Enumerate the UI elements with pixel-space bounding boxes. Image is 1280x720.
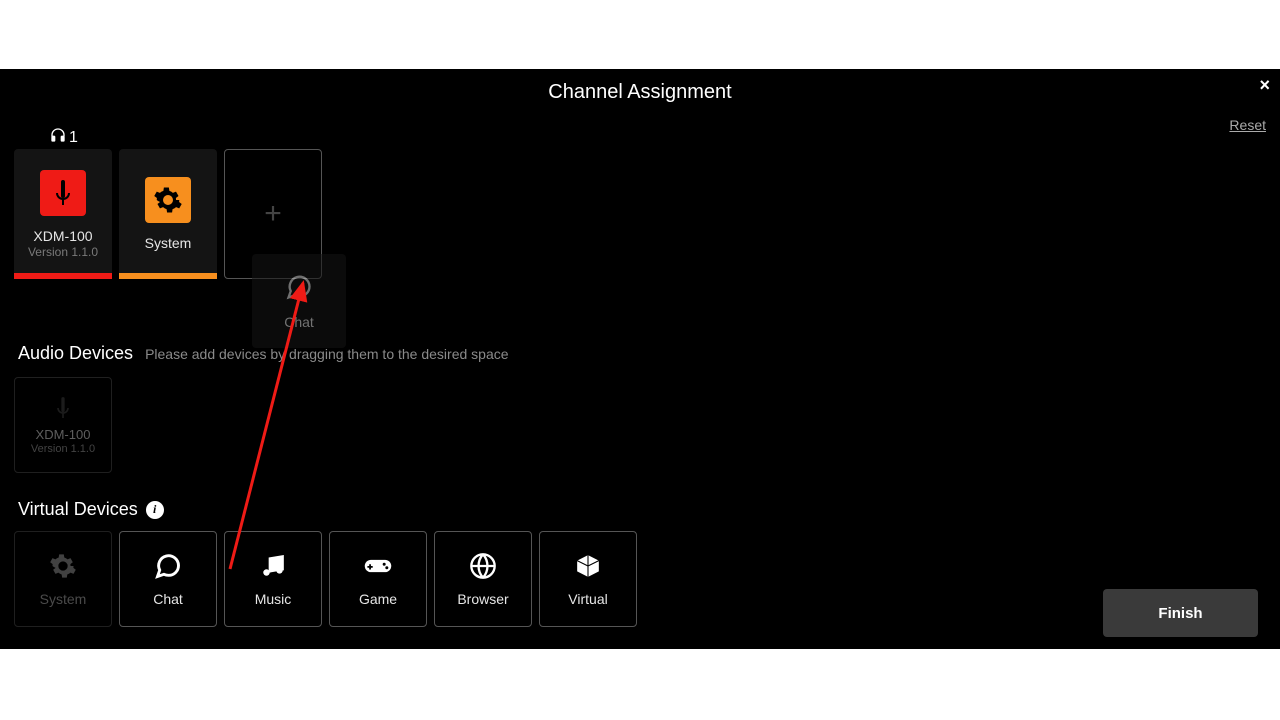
slot-sublabel: Version 1.1.0 [28,245,98,259]
dragged-label: Chat [284,314,314,330]
gear-icon [48,551,78,581]
chat-icon [153,551,183,581]
virtual-device-label: Music [255,591,292,607]
slot-label: System [145,235,192,251]
mic-icon [40,170,86,216]
music-icon [258,551,288,581]
audio-device-sublabel: Version 1.1.0 [31,443,95,455]
cube-icon [573,551,603,581]
slot-label: XDM-100 [33,228,92,244]
virtual-device-label: Virtual [568,591,607,607]
finish-button[interactable]: Finish [1103,589,1258,637]
virtual-device-chat[interactable]: Chat [119,531,217,627]
virtual-devices-title: Virtual Devices [18,499,138,520]
slot-accent-bar [14,273,112,279]
virtual-device-label: System [40,591,87,607]
audio-devices-hint: Please add devices by dragging them to t… [145,346,508,362]
mic-icon [53,395,73,421]
channel-slot-xdm[interactable]: XDM-100 Version 1.1.0 [14,149,112,279]
headphones-icon [50,127,66,148]
globe-icon [468,551,498,581]
audio-devices-title: Audio Devices [18,343,133,364]
virtual-device-music[interactable]: Music [224,531,322,627]
reset-link[interactable]: Reset [1229,117,1266,133]
virtual-device-browser[interactable]: Browser [434,531,532,627]
virtual-device-virtual[interactable]: Virtual [539,531,637,627]
audio-device-xdm[interactable]: XDM-100 Version 1.1.0 [14,377,112,473]
dragged-chat-ghost: Chat [252,254,346,348]
virtual-device-label: Game [359,591,397,607]
virtual-device-row: System Chat Music [14,531,637,627]
close-button[interactable]: × [1259,75,1270,96]
virtual-device-label: Chat [153,591,183,607]
audio-device-label: XDM-100 [36,427,91,442]
plus-icon: + [264,197,282,231]
gear-icon [145,177,191,223]
channel-slot-system[interactable]: System [119,149,217,279]
virtual-device-game[interactable]: Game [329,531,427,627]
virtual-device-label: Browser [457,591,508,607]
chat-icon [285,273,313,306]
gamepad-icon [363,551,393,581]
headphone-index-number: 1 [69,129,78,147]
headphone-index: 1 [50,127,78,148]
page-title: Channel Assignment [0,69,1280,104]
slot-accent-bar [119,273,217,279]
virtual-device-system[interactable]: System [14,531,112,627]
info-icon[interactable]: i [146,501,164,519]
